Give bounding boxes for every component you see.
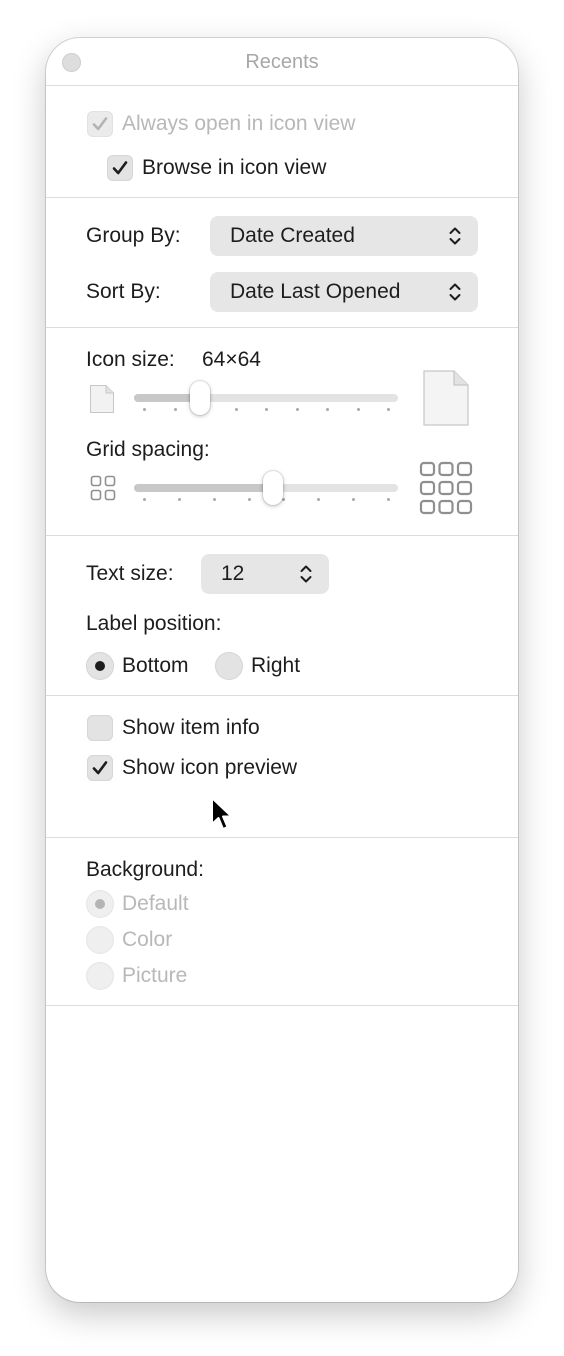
small-document-icon bbox=[90, 385, 114, 413]
sort-by-popup[interactable]: Date Last Opened bbox=[210, 272, 478, 312]
background-picture-label: Picture bbox=[122, 964, 188, 987]
view-options-window: Recents Always open in icon view Browse … bbox=[46, 38, 518, 1302]
label-position-bottom-radio[interactable] bbox=[86, 652, 114, 680]
slider-tick bbox=[326, 408, 329, 411]
browse-icon-view-label: Browse in icon view bbox=[142, 156, 327, 179]
radio-selected-dot bbox=[95, 899, 105, 909]
show-item-info-checkbox[interactable] bbox=[87, 715, 113, 741]
grid-spacing-slider-fill bbox=[134, 484, 274, 492]
icon-size-slider[interactable] bbox=[134, 394, 398, 402]
background-color-label: Color bbox=[122, 928, 173, 951]
section-divider bbox=[46, 695, 518, 696]
show-icon-preview-label: Show icon preview bbox=[122, 756, 298, 779]
slider-tick bbox=[143, 408, 146, 411]
slider-tick bbox=[282, 498, 286, 501]
slider-tick bbox=[212, 498, 216, 501]
slider-tick bbox=[317, 498, 321, 501]
slider-tick bbox=[247, 498, 251, 501]
slider-tick bbox=[265, 408, 268, 411]
slider-tick bbox=[173, 408, 177, 411]
slider-tick bbox=[356, 408, 360, 411]
grid-tight-icon bbox=[90, 475, 116, 501]
group-by-popup[interactable]: Date Created bbox=[210, 216, 478, 256]
chevron-up-down-icon bbox=[449, 227, 461, 245]
checkmark-icon bbox=[92, 117, 108, 131]
text-size-value: 12 bbox=[221, 562, 245, 585]
show-icon-preview-checkbox[interactable] bbox=[87, 755, 113, 781]
label-position-bottom-label: Bottom bbox=[122, 654, 189, 677]
sort-by-value: Date Last Opened bbox=[230, 280, 401, 303]
checkmark-icon bbox=[92, 761, 108, 775]
icon-size-value: 64×64 bbox=[202, 348, 261, 371]
slider-tick bbox=[352, 498, 356, 501]
slider-tick bbox=[177, 498, 181, 501]
background-picture-radio[interactable] bbox=[86, 962, 114, 990]
sort-by-label: Sort By: bbox=[86, 280, 161, 303]
large-document-icon bbox=[423, 370, 469, 426]
window-title: Recents bbox=[245, 51, 319, 73]
label-position-label: Label position: bbox=[86, 612, 222, 635]
slider-tick bbox=[234, 408, 238, 411]
slider-tick bbox=[387, 408, 390, 411]
chevron-up-down-icon bbox=[300, 565, 312, 583]
section-divider bbox=[46, 535, 518, 536]
grid-spacing-slider-thumb[interactable] bbox=[263, 471, 284, 505]
browse-icon-view-checkbox[interactable] bbox=[107, 155, 133, 181]
icon-size-label: Icon size: bbox=[86, 348, 175, 371]
section-divider bbox=[46, 327, 518, 328]
slider-tick bbox=[387, 498, 390, 501]
background-label: Background: bbox=[86, 858, 204, 881]
text-size-label: Text size: bbox=[86, 562, 174, 585]
group-by-value: Date Created bbox=[230, 224, 355, 247]
always-open-icon-view-label: Always open in icon view bbox=[122, 112, 356, 135]
background-default-label: Default bbox=[122, 892, 189, 915]
show-item-info-label: Show item info bbox=[122, 716, 260, 739]
background-color-radio[interactable] bbox=[86, 926, 114, 954]
label-position-right-radio[interactable] bbox=[215, 652, 243, 680]
grid-wide-icon bbox=[419, 461, 473, 515]
mouse-cursor-icon bbox=[211, 797, 233, 830]
text-size-popup[interactable]: 12 bbox=[201, 554, 329, 594]
grid-spacing-label: Grid spacing: bbox=[86, 438, 210, 461]
title-bar: Recents bbox=[46, 38, 518, 86]
checkmark-icon bbox=[112, 161, 128, 175]
always-open-icon-view-checkbox[interactable] bbox=[87, 111, 113, 137]
group-by-label: Group By: bbox=[86, 224, 181, 247]
slider-tick bbox=[143, 498, 146, 501]
radio-selected-dot bbox=[95, 661, 105, 671]
section-divider bbox=[46, 837, 518, 838]
section-divider bbox=[46, 197, 518, 198]
icon-size-slider-thumb[interactable] bbox=[190, 381, 211, 415]
chevron-up-down-icon bbox=[449, 283, 461, 301]
slider-tick bbox=[295, 408, 299, 411]
background-default-radio[interactable] bbox=[86, 890, 114, 918]
section-divider bbox=[46, 1005, 518, 1006]
label-position-right-label: Right bbox=[251, 654, 301, 677]
